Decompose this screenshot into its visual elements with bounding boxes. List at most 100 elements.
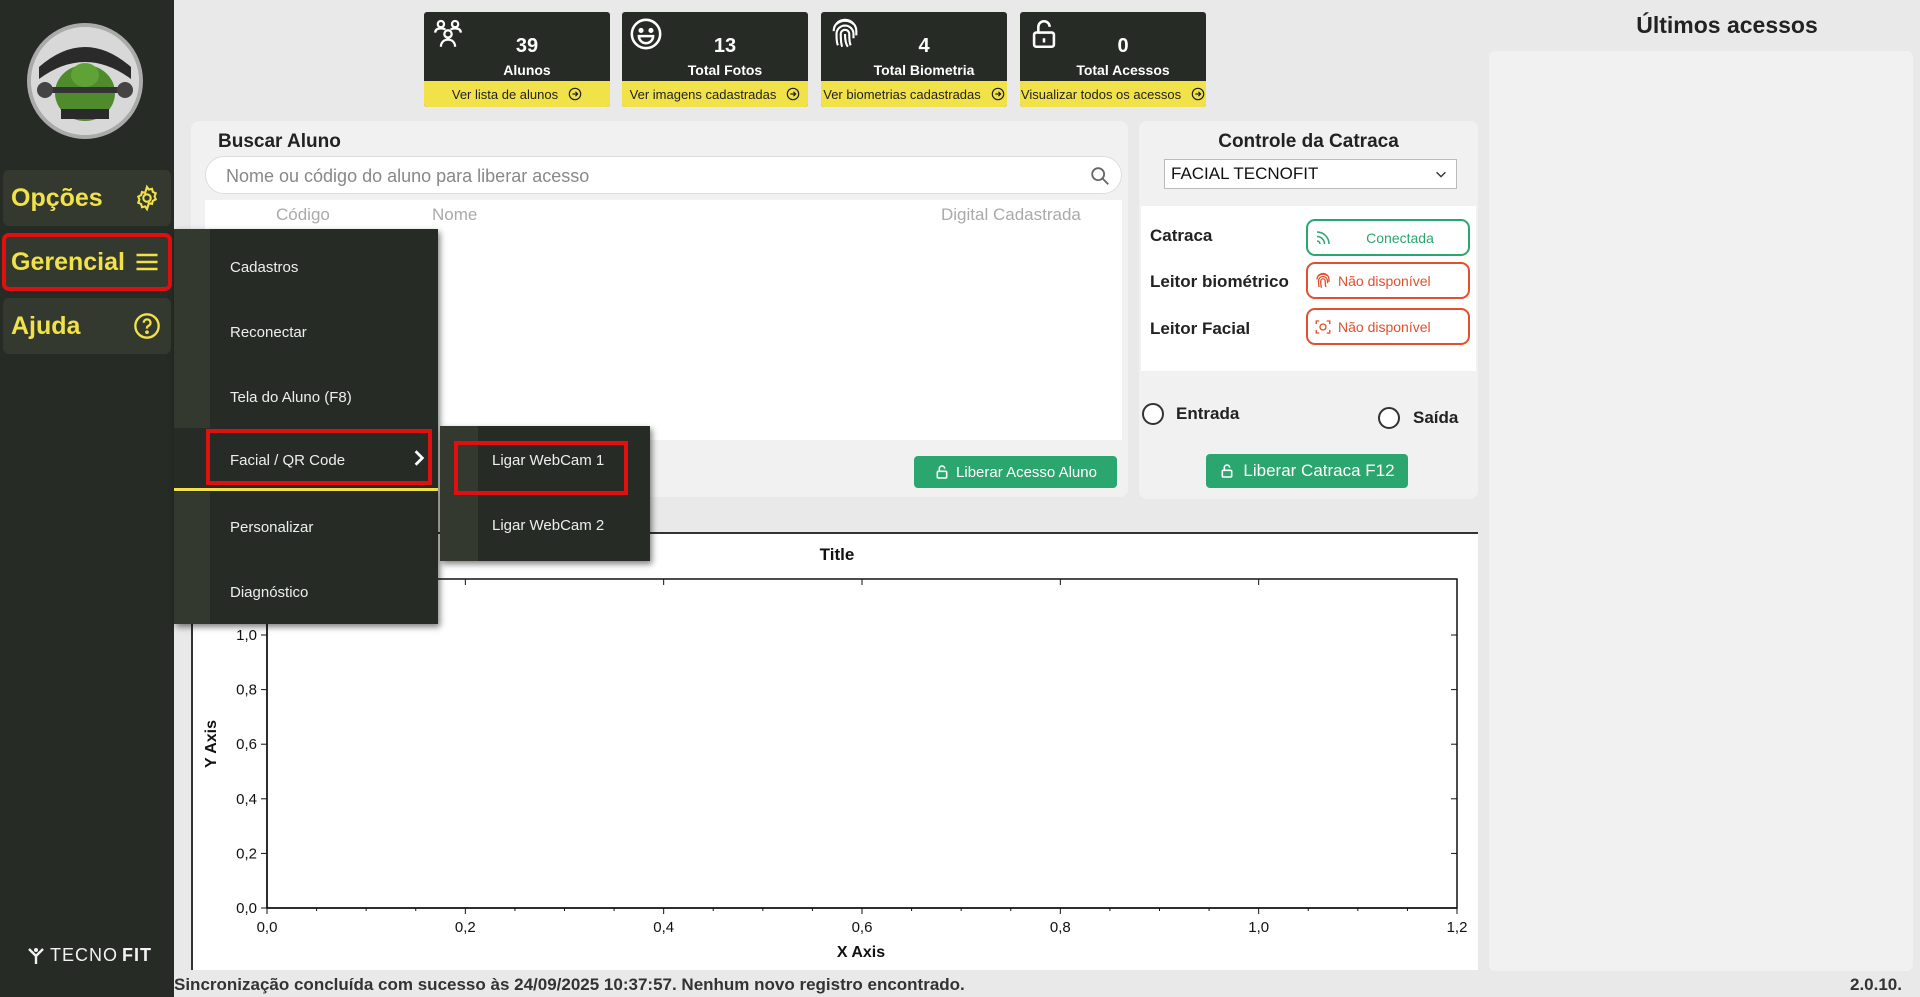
fingerprint-icon [1316,272,1330,288]
stat-link-alunos[interactable]: Ver lista de alunos [424,81,610,107]
submenu-item-ligar-webcam-2[interactable]: Ligar WebCam 2 [440,493,650,557]
y-tick-label: 0,2 [236,845,257,862]
stat-value: 13 [713,35,737,57]
menu-item-reconectar[interactable]: Reconectar [174,300,438,364]
stat-link-label: Visualizar todos os acessos [1020,86,1182,102]
unlock-icon [936,465,948,479]
column-header-digital[interactable]: Digital Cadastrada [941,205,1081,225]
unlock-icon [1221,464,1233,478]
stat-link-label: Ver lista de alunos [451,86,559,102]
stat-link-biometria[interactable]: Ver biometrias cadastradas [821,81,1007,107]
liberar-catraca-button[interactable]: Liberar Catraca F12 [1206,454,1408,488]
menu-item-label: Facial / QR Code [230,451,346,469]
status-badge-catraca: Conectada [1306,219,1470,256]
ultimos-acessos-title: Últimos acessos [1636,12,1818,38]
sidebar-item-opcoes[interactable]: Opções [3,170,171,226]
menu-item-personalizar[interactable]: Personalizar [174,495,438,559]
sidebar-item-label: Ajuda [11,311,81,340]
y-axis-label: Y Axis [203,720,220,768]
plot-area [266,578,1458,909]
search-icon[interactable] [1089,165,1111,187]
brand-bold: FIT [122,945,152,965]
stat-link-acessos[interactable]: Visualizar todos os acessos [1020,81,1206,107]
x-tick-label: 0,6 [852,919,873,936]
catraca-select[interactable]: FACIAL TECNOFIT [1164,159,1457,189]
menu-item-label: Tela do Aluno (F8) [230,388,352,406]
sidebar-item-label: Gerencial [11,247,125,276]
stat-card-alunos: 39 Alunos Ver lista de alunos [424,12,610,107]
x-tick-label: 0,0 [257,919,278,936]
column-header-codigo[interactable]: Código [276,205,330,225]
stat-value: 4 [918,35,930,57]
button-label: Liberar Acesso Aluno [956,463,1097,481]
y-tick-label: 0,8 [236,682,257,699]
menu-item-cadastros[interactable]: Cadastros [174,235,438,299]
chevron-down-icon [1436,171,1446,178]
sidebar-item-ajuda[interactable]: Ajuda [3,298,171,354]
entrada-radio-label[interactable]: Entrada [1176,404,1239,424]
arrow-circle-icon [1191,87,1205,101]
column-header-nome[interactable]: Nome [432,205,477,225]
catraca-title: Controle da Catraca [1218,131,1399,152]
status-bar-message: Sincronização concluída com sucesso às 2… [174,975,965,994]
saida-radio[interactable] [1378,407,1400,429]
facial-qr-submenu: Ligar WebCam 1 Ligar WebCam 2 [440,426,650,561]
liberar-acesso-aluno-button[interactable]: Liberar Acesso Aluno [914,456,1117,488]
search-box[interactable] [205,156,1122,194]
stat-link-label: Ver imagens cadastradas [629,86,777,102]
status-label-leitor-biometrico: Leitor biométrico [1150,272,1289,291]
x-tick-label: 1,2 [1447,919,1468,936]
highlight-box [454,441,628,495]
stat-card-biometria: 4 Total Biometria Ver biometrias cadastr… [821,12,1007,107]
x-tick-label: 1,0 [1248,919,1269,936]
gym-logo [27,23,143,139]
button-label: Liberar Catraca F12 [1243,461,1395,480]
gear-icon [136,184,158,212]
tecnofit-brand: TECNO FIT [26,945,152,966]
menu-item-tela-do-aluno[interactable]: Tela do Aluno (F8) [174,365,438,429]
stat-card-fotos: 13 Total Fotos Ver imagens cadastradas [622,12,808,107]
y-tick-label: 0,6 [236,736,257,753]
x-tick-label: 0,4 [653,919,674,936]
stat-link-fotos[interactable]: Ver imagens cadastradas [622,81,808,107]
submenu-item-ligar-webcam-1[interactable]: Ligar WebCam 1 [440,428,650,495]
face-scan-icon [1315,319,1331,334]
chart-title: Title [820,545,855,564]
stat-label: Total Fotos [687,62,763,78]
status-label-catraca: Catraca [1150,226,1213,245]
menu-icon [136,253,158,271]
arrow-circle-icon [991,87,1005,101]
status-badge-leitor-biometrico: Não disponível [1306,262,1470,299]
submenu-item-label: Ligar WebCam 2 [492,516,605,534]
wifi-icon [1316,230,1330,244]
status-label-leitor-facial: Leitor Facial [1150,319,1251,338]
entrada-radio[interactable] [1142,403,1164,425]
brand-light: TECNO [50,945,118,965]
tecnofit-logo-icon [28,947,44,964]
sidebar [0,0,174,997]
gerencial-menu: Cadastros Reconectar Tela do Aluno (F8) … [174,229,438,624]
menu-item-facial-qr-code[interactable]: Facial / QR Code [174,428,438,492]
status-text: Conectada [1366,229,1434,246]
search-title: Buscar Aluno [218,131,341,152]
status-text: Não disponível [1338,318,1431,335]
arrow-circle-icon [787,87,800,101]
sidebar-item-gerencial[interactable]: Gerencial [2,233,172,291]
menu-item-diagnostico[interactable]: Diagnóstico [174,560,438,624]
ultimos-acessos-list[interactable] [1489,51,1913,971]
menu-item-label: Diagnóstico [230,583,309,601]
sidebar-item-label: Opções [11,183,103,212]
menu-item-underline [174,488,438,491]
search-input[interactable] [226,163,1046,189]
stat-card-acessos: 0 Total Acessos Visualizar todos os aces… [1020,12,1206,107]
y-tick-label: 1,0 [236,627,257,644]
x-tick-label: 0,8 [1050,919,1071,936]
chevron-right-icon [414,450,425,466]
x-axis-label: X Axis [837,944,885,961]
y-tick-label: 0,0 [236,900,257,917]
stat-value: 39 [515,35,539,57]
saida-radio-label[interactable]: Saída [1413,408,1458,428]
version-label: 2.0.10. [1850,975,1902,994]
stat-label: Alunos [503,62,551,78]
stat-value: 0 [1117,35,1129,57]
